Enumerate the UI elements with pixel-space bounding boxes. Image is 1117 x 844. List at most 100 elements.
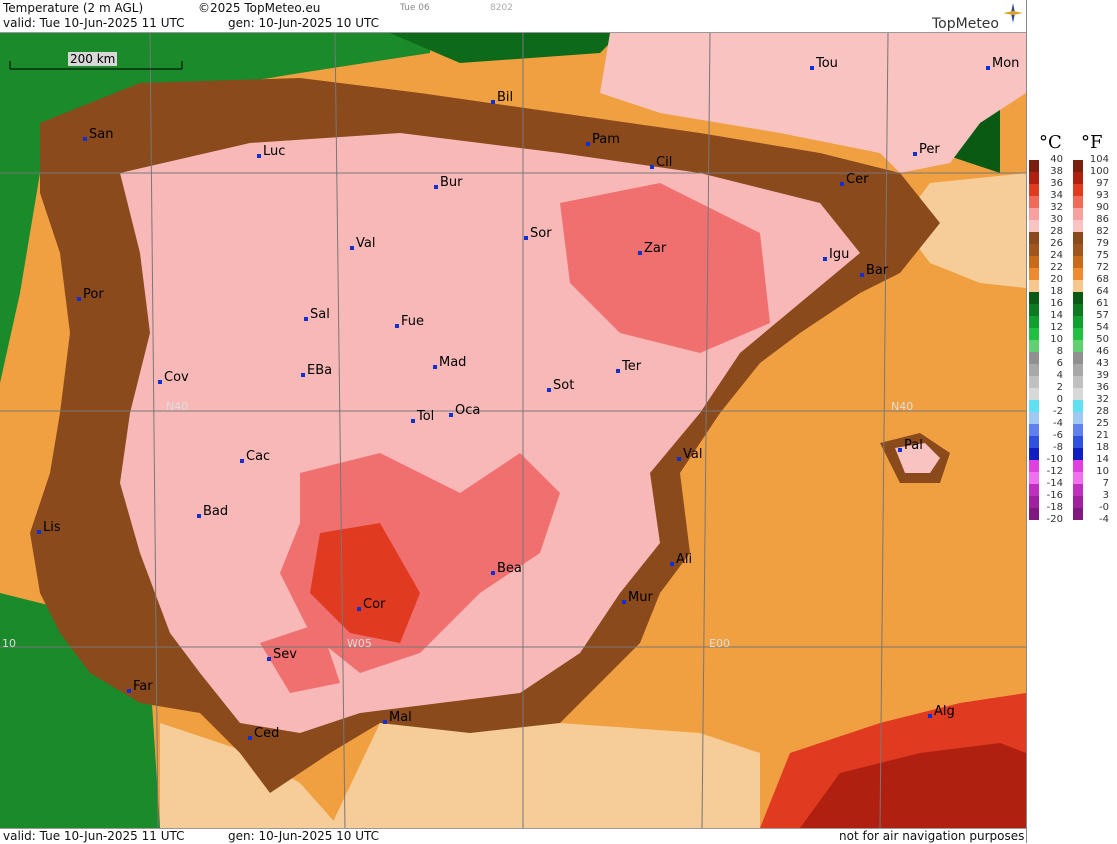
legend-fahrenheit-label: 57 bbox=[1096, 310, 1109, 321]
legend-color-swatch bbox=[1029, 304, 1039, 316]
legend-color-swatch bbox=[1029, 448, 1039, 460]
legend-fahrenheit-label: 10 bbox=[1096, 466, 1109, 477]
city-alg[interactable]: Alg bbox=[928, 705, 955, 718]
city-pal[interactable]: Pal bbox=[898, 439, 923, 452]
city-zar[interactable]: Zar bbox=[637, 242, 666, 255]
legend-celsius-label: 22 bbox=[1050, 262, 1063, 273]
city-sev[interactable]: Sev bbox=[267, 648, 297, 661]
city-luc[interactable]: Luc bbox=[256, 145, 285, 158]
legend-color-swatch bbox=[1073, 412, 1083, 424]
legend-color-swatch bbox=[1073, 448, 1083, 460]
city-mal[interactable]: Mal bbox=[383, 711, 412, 724]
legend-color-swatch bbox=[1073, 388, 1083, 400]
city-lis[interactable]: Lis bbox=[37, 521, 61, 534]
city-cov[interactable]: Cov bbox=[158, 371, 189, 384]
city-ced[interactable]: Ced bbox=[247, 727, 279, 740]
legend-color-swatch bbox=[1073, 208, 1083, 220]
generation-time: gen: 10-Jun-2025 10 UTC bbox=[228, 16, 380, 30]
compass-logo-icon bbox=[1003, 3, 1023, 23]
legend-color-swatch bbox=[1029, 316, 1039, 328]
legend-celsius-label: 2 bbox=[1056, 382, 1063, 393]
legend-celsius-label: 18 bbox=[1050, 286, 1063, 297]
city-far[interactable]: Far bbox=[127, 680, 153, 693]
city-bar[interactable]: Bar bbox=[859, 264, 888, 277]
grid-label-n40-west: N40 bbox=[166, 400, 189, 413]
city-eba[interactable]: EBa bbox=[300, 364, 332, 377]
city-sal[interactable]: Sal bbox=[304, 308, 330, 321]
city-cil[interactable]: Cil bbox=[649, 156, 672, 169]
grid-label-n40-east: N40 bbox=[891, 400, 914, 413]
legend-fahrenheit-label: 7 bbox=[1102, 478, 1109, 489]
legend-color-swatch bbox=[1073, 508, 1083, 520]
legend-color-swatch bbox=[1029, 184, 1039, 196]
legend-color-swatch bbox=[1029, 400, 1039, 412]
city-ter[interactable]: Ter bbox=[615, 360, 641, 373]
city-ali[interactable]: Ali bbox=[669, 553, 692, 566]
legend-celsius-label: 36 bbox=[1050, 178, 1063, 189]
legend-celsius-label: -12 bbox=[1046, 466, 1063, 477]
legend-fahrenheit-label: -4 bbox=[1099, 514, 1109, 525]
city-mon[interactable]: Mon bbox=[985, 57, 1019, 70]
legend-fahrenheit-label: 54 bbox=[1096, 322, 1109, 333]
legend-fahrenheit-label: 50 bbox=[1096, 334, 1109, 345]
legend-fahrenheit-label: 86 bbox=[1096, 214, 1109, 225]
topmeteo-logo[interactable]: TopMeteo bbox=[932, 16, 999, 32]
city-bea[interactable]: Bea bbox=[491, 562, 522, 575]
city-mad[interactable]: Mad bbox=[432, 356, 466, 369]
city-tol[interactable]: Tol bbox=[410, 410, 434, 423]
city-oca[interactable]: Oca bbox=[448, 404, 480, 417]
legend-color-swatch bbox=[1029, 364, 1039, 376]
legend-color-swatch bbox=[1073, 304, 1083, 316]
legend-color-swatch bbox=[1029, 484, 1039, 496]
city-sot[interactable]: Sot bbox=[546, 379, 574, 392]
city-tou[interactable]: Tou bbox=[810, 57, 838, 70]
legend-celsius-label: -14 bbox=[1046, 478, 1063, 489]
legend-celsius-label: 12 bbox=[1050, 322, 1063, 333]
alboran-sea bbox=[330, 723, 760, 828]
map-title: Temperature (2 m AGL) bbox=[3, 1, 144, 15]
city-val-north[interactable]: Val bbox=[349, 237, 375, 250]
city-val-east[interactable]: Val bbox=[676, 448, 702, 461]
city-mur[interactable]: Mur bbox=[622, 591, 653, 604]
legend-fahrenheit-label: 82 bbox=[1096, 226, 1109, 237]
city-cer[interactable]: Cer bbox=[839, 173, 868, 186]
legend-color-swatch bbox=[1029, 424, 1039, 436]
city-san[interactable]: San bbox=[82, 128, 113, 141]
city-igu[interactable]: Igu bbox=[822, 248, 849, 261]
city-por[interactable]: Por bbox=[77, 288, 104, 301]
city-fue[interactable]: Fue bbox=[394, 315, 424, 328]
city-bur[interactable]: Bur bbox=[434, 176, 463, 189]
legend-fahrenheit-label: 93 bbox=[1096, 190, 1109, 201]
city-bad[interactable]: Bad bbox=[196, 505, 228, 518]
legend-color-swatch bbox=[1073, 292, 1083, 304]
legend-fahrenheit-label: 90 bbox=[1096, 202, 1109, 213]
legend-celsius-label: 0 bbox=[1056, 394, 1063, 405]
city-pam[interactable]: Pam bbox=[586, 133, 620, 146]
legend-color-swatch bbox=[1073, 352, 1083, 364]
header-bar: Temperature (2 m AGL) ©2025 TopMeteo.eu … bbox=[0, 0, 1026, 33]
legend-color-swatch bbox=[1073, 220, 1083, 232]
city-cor[interactable]: Cor bbox=[356, 598, 385, 611]
legend-color-swatch bbox=[1029, 412, 1039, 424]
legend-fahrenheit-label: 46 bbox=[1096, 346, 1109, 357]
legend-color-swatch bbox=[1073, 328, 1083, 340]
legend-color-swatch bbox=[1073, 184, 1083, 196]
legend-fahrenheit-label: 68 bbox=[1096, 274, 1109, 285]
footer-generation-time: gen: 10-Jun-2025 10 UTC bbox=[228, 829, 380, 843]
city-sor[interactable]: Sor bbox=[524, 227, 552, 240]
city-per[interactable]: Per bbox=[913, 143, 940, 156]
city-cac[interactable]: Cac bbox=[239, 450, 270, 463]
legend-color-swatch bbox=[1029, 340, 1039, 352]
legend-color-swatch bbox=[1073, 472, 1083, 484]
temperature-map[interactable]: 200 km N40 N40 W05 E00 10 Tou Mon Bil Sa… bbox=[0, 33, 1026, 828]
city-bil[interactable]: Bil bbox=[490, 91, 513, 104]
legend-color-swatch bbox=[1029, 196, 1039, 208]
legend-color-swatch bbox=[1073, 400, 1083, 412]
legend-celsius-label: 38 bbox=[1050, 166, 1063, 177]
legend-celsius-label: 16 bbox=[1050, 298, 1063, 309]
legend-color-swatch bbox=[1029, 220, 1039, 232]
legend-celsius-label: -16 bbox=[1046, 490, 1063, 501]
legend-color-swatch bbox=[1029, 328, 1039, 340]
legend-fahrenheit-label: 25 bbox=[1096, 418, 1109, 429]
legend-celsius-label: 10 bbox=[1050, 334, 1063, 345]
